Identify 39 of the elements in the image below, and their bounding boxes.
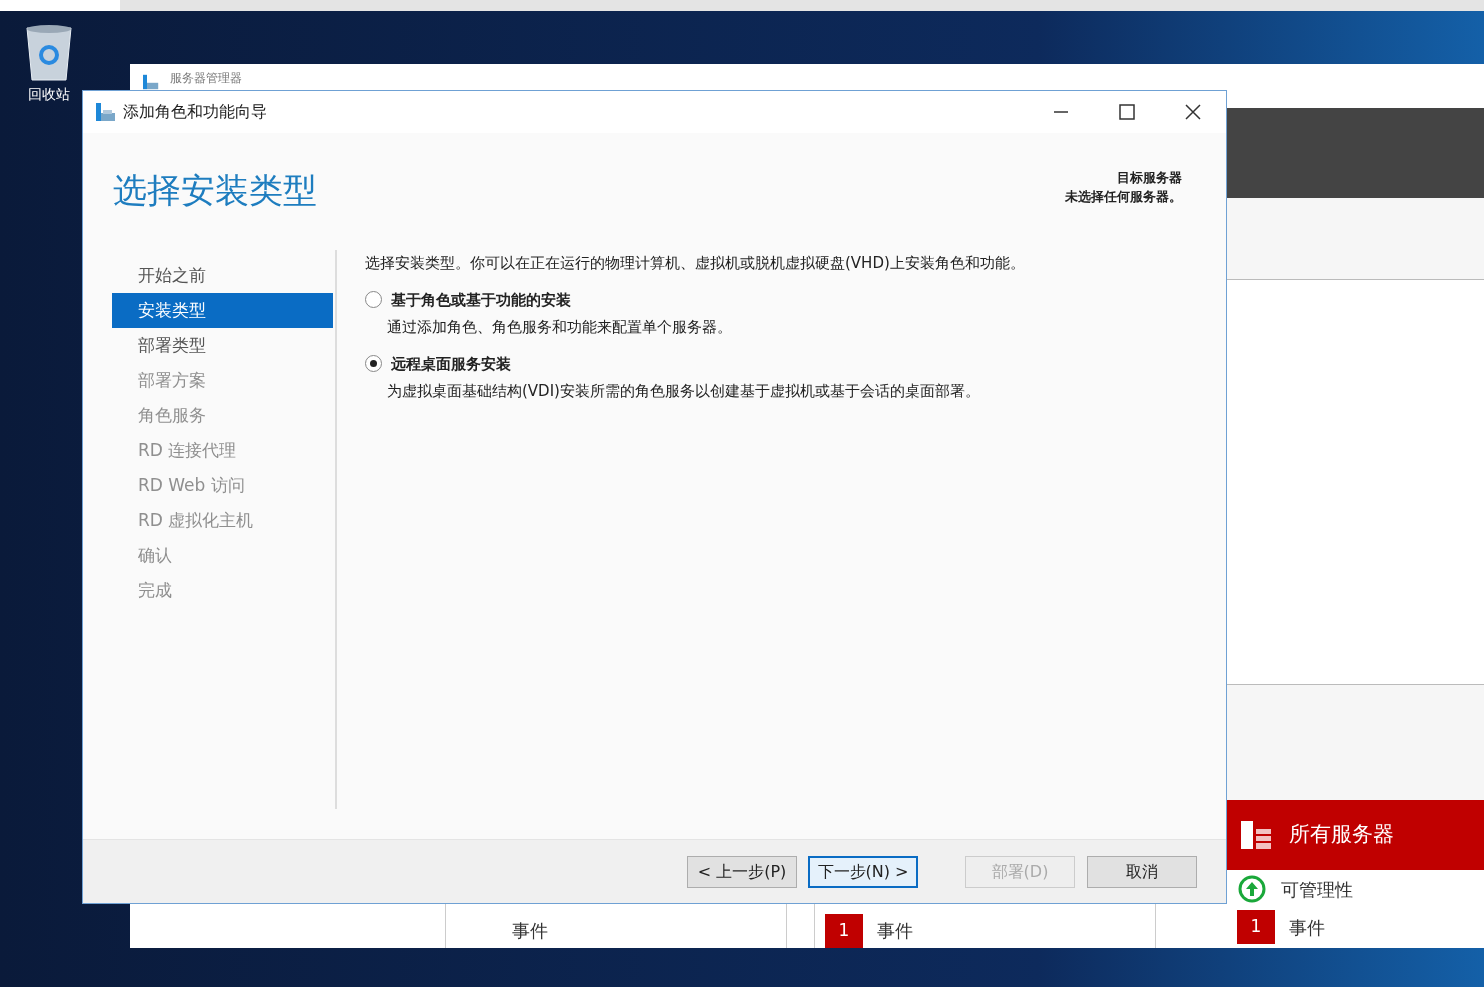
close-icon[interactable] bbox=[1183, 104, 1203, 120]
wizard-step[interactable]: 部署类型 bbox=[112, 328, 333, 363]
wizard-button[interactable]: 取消 bbox=[1087, 855, 1197, 888]
wizard-step: RD Web 访问 bbox=[112, 468, 333, 503]
server-icon bbox=[1241, 819, 1271, 851]
option-title[interactable]: 远程桌面服务安装 bbox=[391, 352, 511, 375]
page-heading: 选择安装类型 bbox=[113, 169, 317, 212]
option-title[interactable]: 基于角色或基于功能的安装 bbox=[391, 288, 571, 311]
target-server-value: 未选择任何服务器。 bbox=[1065, 187, 1182, 206]
tile-title: 所有服务器 bbox=[1289, 821, 1394, 849]
wizard-step[interactable]: 安装类型 bbox=[112, 293, 333, 328]
window-title: 服务器管理器 bbox=[170, 70, 242, 87]
wizard-step: RD 虚拟化主机 bbox=[112, 503, 333, 538]
instruction-text: 选择安装类型。你可以在正在运行的物理计算机、虚拟机或脱机虚拟硬盘(VHD)上安装角色和功能。 bbox=[365, 253, 1025, 274]
wizard-button[interactable]: < 上一步(P) bbox=[687, 855, 797, 888]
icon-label: 回收站 bbox=[27, 85, 71, 104]
wizard-step: 角色服务 bbox=[112, 398, 333, 433]
maximize-icon[interactable] bbox=[1117, 104, 1137, 120]
window-title: 添加角色和功能向导 bbox=[123, 101, 267, 123]
wizard-step: 完成 bbox=[112, 573, 333, 608]
status-label[interactable]: 事件 bbox=[1289, 913, 1325, 941]
wizard-button[interactable]: 下一步(N) > bbox=[808, 855, 918, 888]
status-ok-icon bbox=[1237, 874, 1267, 904]
wizard-step: RD 连接代理 bbox=[112, 433, 333, 468]
option-description: 为虚拟桌面基础结构(VDI)安装所需的角色服务以创建基于虚拟机或基于会话的桌面部署。 bbox=[386, 381, 981, 402]
radio-button[interactable] bbox=[365, 355, 382, 373]
count-badge: 1 bbox=[1237, 910, 1275, 944]
option-description: 通过添加角色、角色服务和功能来配置单个服务器。 bbox=[386, 317, 733, 338]
count-badge: 1 bbox=[825, 914, 863, 948]
wizard-step[interactable]: 开始之前 bbox=[112, 258, 333, 293]
server-group-tile[interactable]: 所有服务器 bbox=[1227, 800, 1484, 870]
wizard-step: 部署方案 bbox=[112, 363, 333, 398]
radio-button[interactable] bbox=[365, 291, 382, 309]
status-label[interactable]: 可管理性 bbox=[1281, 875, 1353, 903]
status-label[interactable]: 事件 bbox=[877, 917, 913, 948]
wizard-icon bbox=[95, 102, 117, 122]
status-label[interactable]: 事件 bbox=[456, 917, 548, 948]
wizard-step: 确认 bbox=[112, 538, 333, 573]
target-server-label: 目标服务器 bbox=[1116, 169, 1182, 187]
